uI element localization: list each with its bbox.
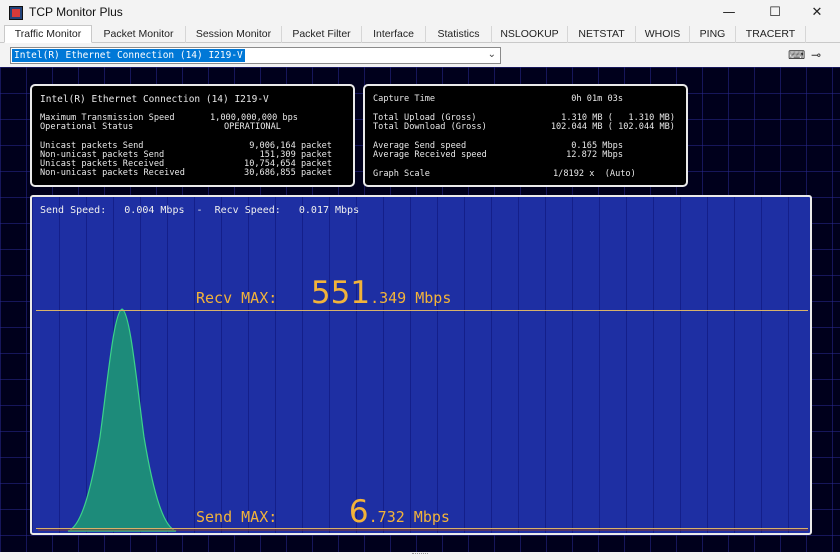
resize-grip[interactable] [412, 553, 428, 556]
recv-max-caption: Recv MAX: [196, 289, 278, 307]
adapter-select-value: Intel(R) Ethernet Connection (14) I219-V [12, 49, 245, 62]
send-max-caption: Send MAX: [196, 508, 278, 526]
tab-traffic-monitor[interactable]: Traffic Monitor [4, 25, 92, 43]
minimize-button[interactable]: — [706, 0, 752, 26]
tab-packet-filter[interactable]: Packet Filter [282, 26, 362, 43]
info-value: 30,686,855 packet [244, 168, 332, 178]
send-max-dec: .732 Mbps [368, 508, 450, 526]
info-key: Non-unicast packets Received [40, 168, 185, 178]
window-title: TCP Monitor Plus [29, 5, 123, 19]
app-window: TCP Monitor Plus — ☐ ✕ Traffic Monitor P… [0, 0, 840, 560]
recv-max-dec: .349 Mbps [370, 289, 452, 307]
recv-traffic-curve [38, 308, 808, 532]
maximize-button[interactable]: ☐ [752, 0, 798, 26]
info-value: 12.872 Mbps [566, 150, 623, 160]
recv-max-label: Recv MAX: 551.349 Mbps [196, 275, 451, 311]
tab-nslookup[interactable]: NSLOOKUP [492, 26, 568, 43]
tab-whois[interactable]: WHOIS [636, 26, 690, 43]
tab-packet-monitor[interactable]: Packet Monitor [92, 26, 186, 43]
tab-tracert[interactable]: TRACERT [736, 26, 806, 43]
tab-session-monitor[interactable]: Session Monitor [186, 26, 282, 43]
info-key: Graph Scale [373, 169, 430, 179]
chevron-down-icon[interactable]: ⌄ [488, 49, 496, 60]
tab-bar: Traffic Monitor Packet Monitor Session M… [0, 25, 840, 43]
info-key: Capture Time [373, 94, 436, 104]
tab-statistics[interactable]: Statistics [426, 26, 492, 43]
traffic-graph: Send Speed: 0.004 Mbps - Recv Speed: 0.0… [30, 195, 812, 535]
app-icon [9, 6, 23, 20]
info-key: Operational Status [40, 122, 134, 132]
tab-ping[interactable]: PING [690, 26, 736, 43]
title-bar: TCP Monitor Plus — ☐ ✕ [0, 0, 840, 26]
tab-interface[interactable]: Interface [362, 26, 426, 43]
close-button[interactable]: ✕ [794, 0, 840, 26]
info-key: Total Download (Gross) [373, 122, 487, 132]
info-value: 0h 01m 03s [571, 94, 623, 104]
info-value: 1/8192 x (Auto) [553, 169, 636, 179]
send-max-label: Send MAX: 6.732 Mbps [196, 494, 450, 530]
tab-netstat[interactable]: NETSTAT [568, 26, 636, 43]
current-speed-readout: Send Speed: 0.004 Mbps - Recv Speed: 0.0… [40, 205, 360, 216]
recv-curve-fill [67, 308, 177, 532]
adapter-select[interactable]: Intel(R) Ethernet Connection (14) I219-V… [10, 47, 501, 64]
info-value: 102.044 MB ( 102.044 MB) [550, 122, 675, 132]
capture-info-panel: Capture Time 0h 01m 03s Total Upload (Gro… [363, 84, 688, 187]
recv-max-int: 551 [310, 275, 371, 311]
info-value: OPERATIONAL [224, 122, 281, 132]
traffic-monitor-view: Intel(R) Ethernet Connection (14) I219-V… [0, 67, 840, 552]
keyboard-icon[interactable]: ⌨ [788, 48, 805, 62]
pin-icon[interactable]: ⊸ [808, 48, 824, 62]
send-max-int: 6 [348, 494, 369, 530]
info-key: Average Received speed [373, 150, 487, 160]
adapter-name: Intel(R) Ethernet Connection (14) I219-V [40, 94, 269, 105]
toolbar: Intel(R) Ethernet Connection (14) I219-V… [0, 43, 840, 67]
adapter-info-panel: Intel(R) Ethernet Connection (14) I219-V… [30, 84, 355, 187]
